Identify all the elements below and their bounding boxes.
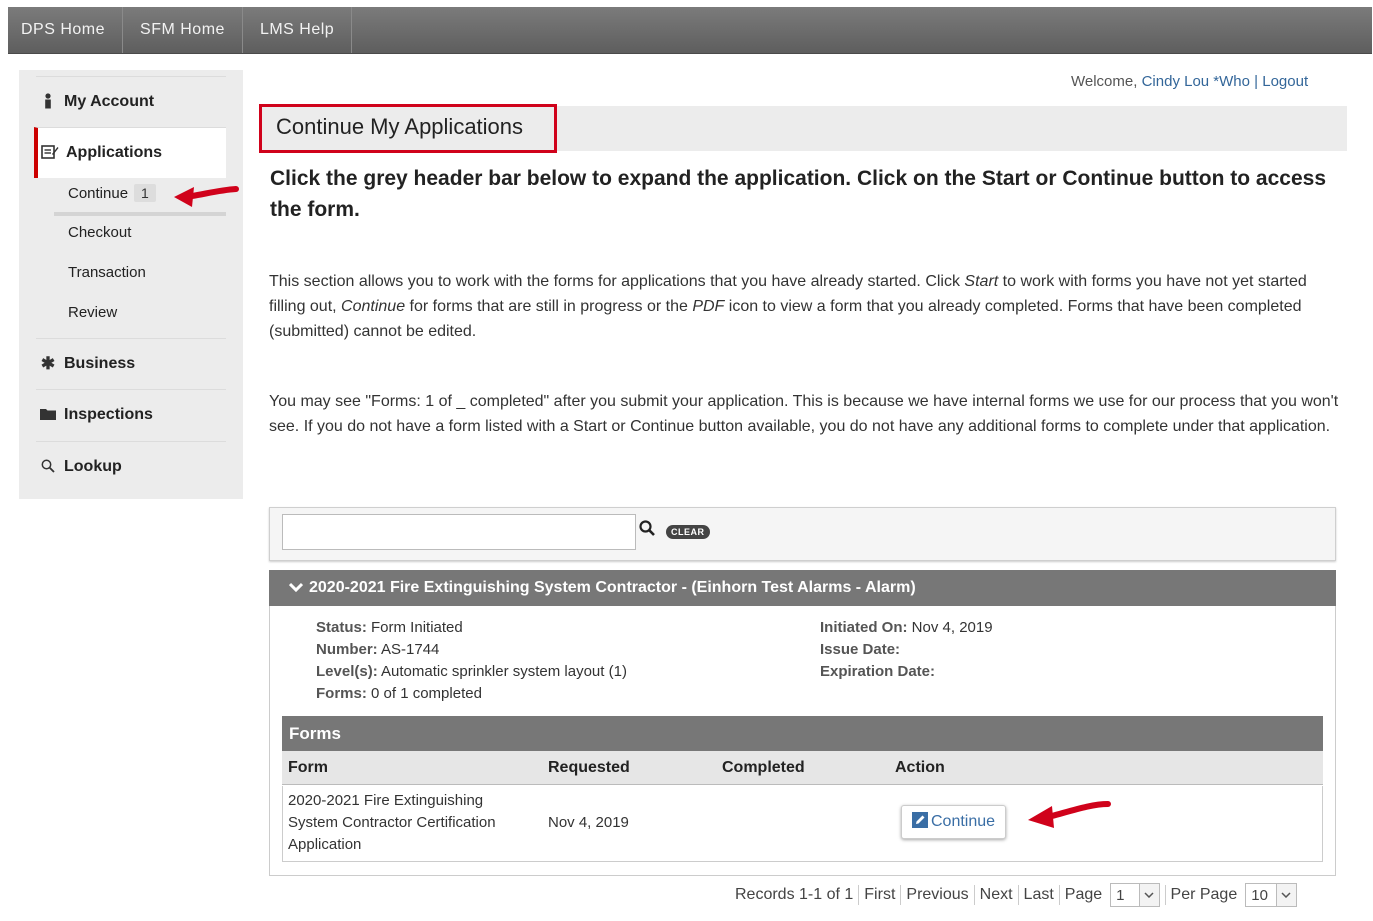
sidebar-item-applications[interactable]: Applications: [34, 127, 226, 178]
folder-icon: [36, 407, 60, 423]
column-header-requested: Requested: [548, 759, 630, 776]
continue-button[interactable]: Continue: [901, 805, 1006, 839]
records-count: Records 1-1 of 1: [735, 886, 854, 903]
divider: [1058, 885, 1060, 905]
number-value: AS-1744: [381, 641, 440, 658]
search-panel: CLEAR: [269, 507, 1336, 561]
sidebar-item-label: Business: [64, 355, 136, 372]
application-header-bar[interactable]: 2020-2021 Fire Extinguishing System Cont…: [269, 570, 1336, 606]
divider: [858, 885, 860, 905]
search-icon[interactable]: [639, 520, 656, 540]
issue-date-label: Issue Date:: [820, 641, 901, 658]
active-indicator: [54, 212, 226, 216]
separator: |: [1254, 73, 1259, 90]
form-name-line: Application: [288, 836, 362, 853]
search-icon: [36, 459, 60, 476]
page-label: Page: [1064, 886, 1103, 903]
welcome-bar: Welcome, Cindy Lou *Who | Logout: [1071, 73, 1308, 90]
user-icon: [36, 92, 60, 112]
sidebar-item-label: Inspections: [64, 406, 153, 423]
forms-table-header: Form Requested Completed Action: [282, 751, 1323, 785]
divider: [1017, 885, 1019, 905]
count-badge: 1: [134, 184, 156, 202]
annotation-arrow-icon: [1028, 801, 1111, 828]
sidebar-item-label: Applications: [66, 144, 163, 161]
requested-date-cell: Nov 4, 2019: [548, 814, 629, 831]
pager-first-link[interactable]: First: [864, 886, 895, 904]
application-title: 2020-2021 Fire Extinguishing System Cont…: [309, 579, 916, 596]
para-text: for forms that are still in progress or …: [405, 298, 693, 315]
page-title: Continue My Applications: [276, 114, 524, 139]
sidebar-item-business[interactable]: ✱ Business: [36, 338, 226, 389]
sidebar-subitem-review[interactable]: Review: [68, 304, 117, 321]
pager-next-link[interactable]: Next: [980, 886, 1013, 904]
per-page-select[interactable]: 10: [1245, 883, 1297, 907]
edit-document-icon: [38, 144, 62, 163]
user-name-link[interactable]: Cindy Lou *Who: [1142, 73, 1250, 90]
pager-last-link[interactable]: Last: [1024, 886, 1054, 904]
column-header-form: Form: [288, 759, 328, 776]
status-label: Status:: [316, 619, 367, 636]
form-name-line: System Contractor Certification: [288, 814, 496, 831]
sidebar-subitem-label: Continue: [68, 185, 129, 202]
sidebar-item-label: Lookup: [64, 458, 122, 475]
form-name-line: 2020-2021 Fire Extinguishing: [288, 792, 484, 809]
per-page-select-value: 10: [1251, 886, 1268, 904]
logout-link[interactable]: Logout: [1262, 73, 1308, 90]
edit-icon: [912, 812, 928, 828]
para-em-pdf: PDF: [692, 298, 725, 315]
top-navigation: DPS Home SFM Home LMS Help: [8, 7, 1372, 54]
sidebar-item-label: My Account: [64, 93, 155, 110]
instruction-heading: Click the grey header bar below to expan…: [270, 167, 1327, 221]
initiated-label: Initiated On:: [820, 619, 908, 636]
levels-label: Level(s):: [316, 663, 378, 680]
sidebar-subitem-transaction[interactable]: Transaction: [68, 264, 146, 281]
forms-label: Forms:: [316, 685, 367, 702]
divider: [900, 885, 902, 905]
number-label: Number:: [316, 641, 378, 658]
initiated-value: Nov 4, 2019: [911, 619, 993, 636]
note-paragraph: You may see "Forms: 1 of _ completed" af…: [269, 393, 1339, 435]
sidebar-subitem-continue[interactable]: Continue 1: [68, 184, 156, 202]
forms-section-header: Forms: [282, 716, 1323, 751]
clear-button[interactable]: CLEAR: [666, 525, 710, 539]
asterisk-icon: ✱: [40, 354, 56, 373]
search-input[interactable]: [282, 514, 636, 550]
per-page-label: Per Page: [1170, 886, 1238, 903]
application-info-left: Status: Form Initiated Number: AS-1744 L…: [316, 617, 627, 705]
divider: [1164, 885, 1166, 905]
sidebar-subitem-checkout[interactable]: Checkout: [68, 224, 131, 241]
chevron-down-icon: [288, 570, 304, 606]
application-info-right: Initiated On: Nov 4, 2019 Issue Date: Ex…: [820, 617, 993, 683]
sidebar: My Account Applications Continue 1 Checko…: [19, 70, 243, 499]
annotation-arrow-icon: [174, 186, 239, 207]
chevron-down-icon: [1275, 884, 1296, 906]
forms-value: 0 of 1 completed: [371, 685, 482, 702]
column-header-completed: Completed: [722, 759, 805, 776]
pagination: Records 1-1 of 1 First Previous Next Las…: [735, 883, 1297, 907]
page-select-value: 1: [1116, 886, 1125, 904]
welcome-text: Welcome,: [1071, 73, 1138, 90]
nav-dps-home[interactable]: DPS Home: [8, 7, 124, 53]
description-paragraph: This section allows you to work with the…: [269, 269, 1344, 344]
pager-previous-link[interactable]: Previous: [906, 886, 968, 904]
sidebar-item-my-account[interactable]: My Account: [36, 76, 226, 127]
chevron-down-icon: [1138, 884, 1159, 906]
nav-lms-help[interactable]: LMS Help: [243, 7, 353, 53]
sidebar-item-inspections[interactable]: Inspections: [36, 389, 226, 440]
status-value: Form Initiated: [371, 619, 463, 636]
column-header-action: Action: [895, 759, 945, 776]
levels-value: Automatic sprinkler system layout (1): [381, 663, 627, 680]
para-em-continue: Continue: [341, 298, 406, 315]
nav-sfm-home[interactable]: SFM Home: [123, 7, 243, 53]
divider: [973, 885, 975, 905]
sidebar-item-lookup[interactable]: Lookup: [36, 441, 226, 492]
para-text: This section allows you to work with the…: [269, 273, 965, 290]
continue-button-label: Continue: [931, 813, 996, 830]
form-name-cell: 2020-2021 Fire Extinguishing System Cont…: [288, 790, 496, 856]
expiration-date-label: Expiration Date:: [820, 663, 936, 680]
para-em-start: Start: [964, 273, 999, 290]
page-select[interactable]: 1: [1110, 883, 1160, 907]
